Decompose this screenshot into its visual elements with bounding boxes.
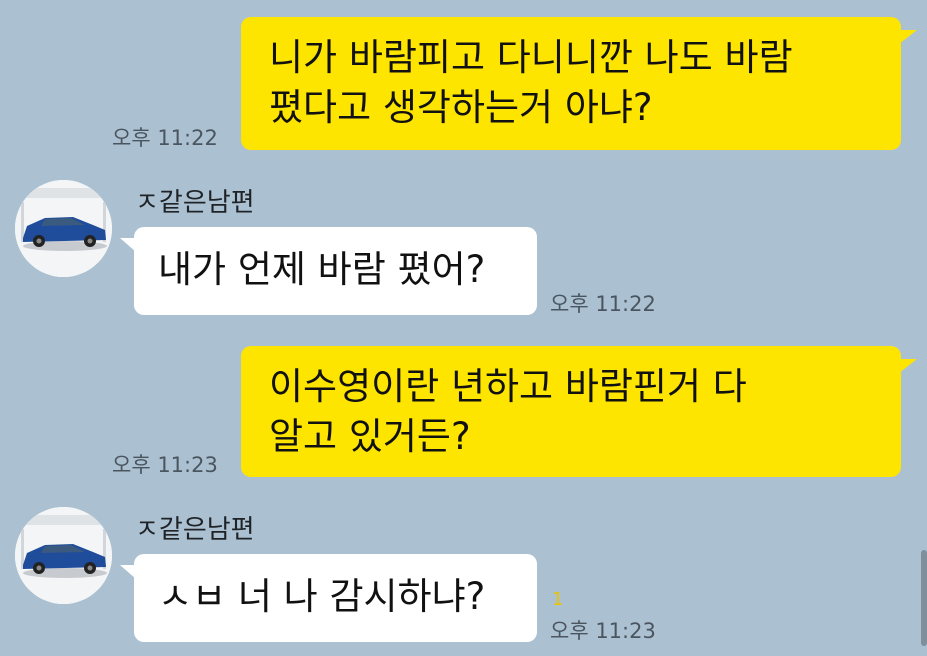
message-time: 오후 11:23 bbox=[112, 453, 218, 477]
their-bubble[interactable]: ㅅㅂ 너 나 감시하냐? bbox=[134, 554, 537, 642]
bubble-tail bbox=[899, 359, 917, 373]
message-line: 니가 바람피고 다니니깐 나도 바람 bbox=[269, 36, 793, 79]
my-bubble[interactable]: 이수영이란 년하고 바람핀거 다 알고 있거든? bbox=[241, 346, 901, 477]
message-line: 내가 언제 바람 폈어? bbox=[158, 248, 486, 291]
avatar[interactable] bbox=[15, 180, 112, 277]
message-line: 폈다고 생각하는거 아냐? bbox=[269, 86, 653, 129]
car-avatar-icon bbox=[15, 507, 112, 604]
message-time: 오후 11:22 bbox=[550, 292, 656, 316]
scrollbar[interactable] bbox=[921, 550, 927, 646]
bubble-tail bbox=[899, 30, 917, 44]
message-line: ㅅㅂ 너 나 감시하냐? bbox=[158, 575, 486, 618]
message-time: 오후 11:23 bbox=[550, 619, 656, 643]
message-time: 오후 11:22 bbox=[112, 126, 218, 150]
message-line: 알고 있거든? bbox=[269, 415, 471, 458]
avatar[interactable] bbox=[15, 507, 112, 604]
car-avatar-icon bbox=[15, 180, 112, 277]
bubble-tail bbox=[120, 238, 136, 252]
my-bubble[interactable]: 니가 바람피고 다니니깐 나도 바람 폈다고 생각하는거 아냐? bbox=[241, 17, 901, 150]
unread-count: 1 bbox=[552, 589, 564, 610]
bubble-tail bbox=[120, 565, 136, 579]
their-bubble[interactable]: 내가 언제 바람 폈어? bbox=[134, 227, 537, 315]
sender-name: ㅈ같은남편 bbox=[135, 188, 255, 218]
sender-name: ㅈ같은남편 bbox=[135, 515, 255, 545]
message-line: 이수영이란 년하고 바람핀거 다 bbox=[269, 365, 747, 408]
